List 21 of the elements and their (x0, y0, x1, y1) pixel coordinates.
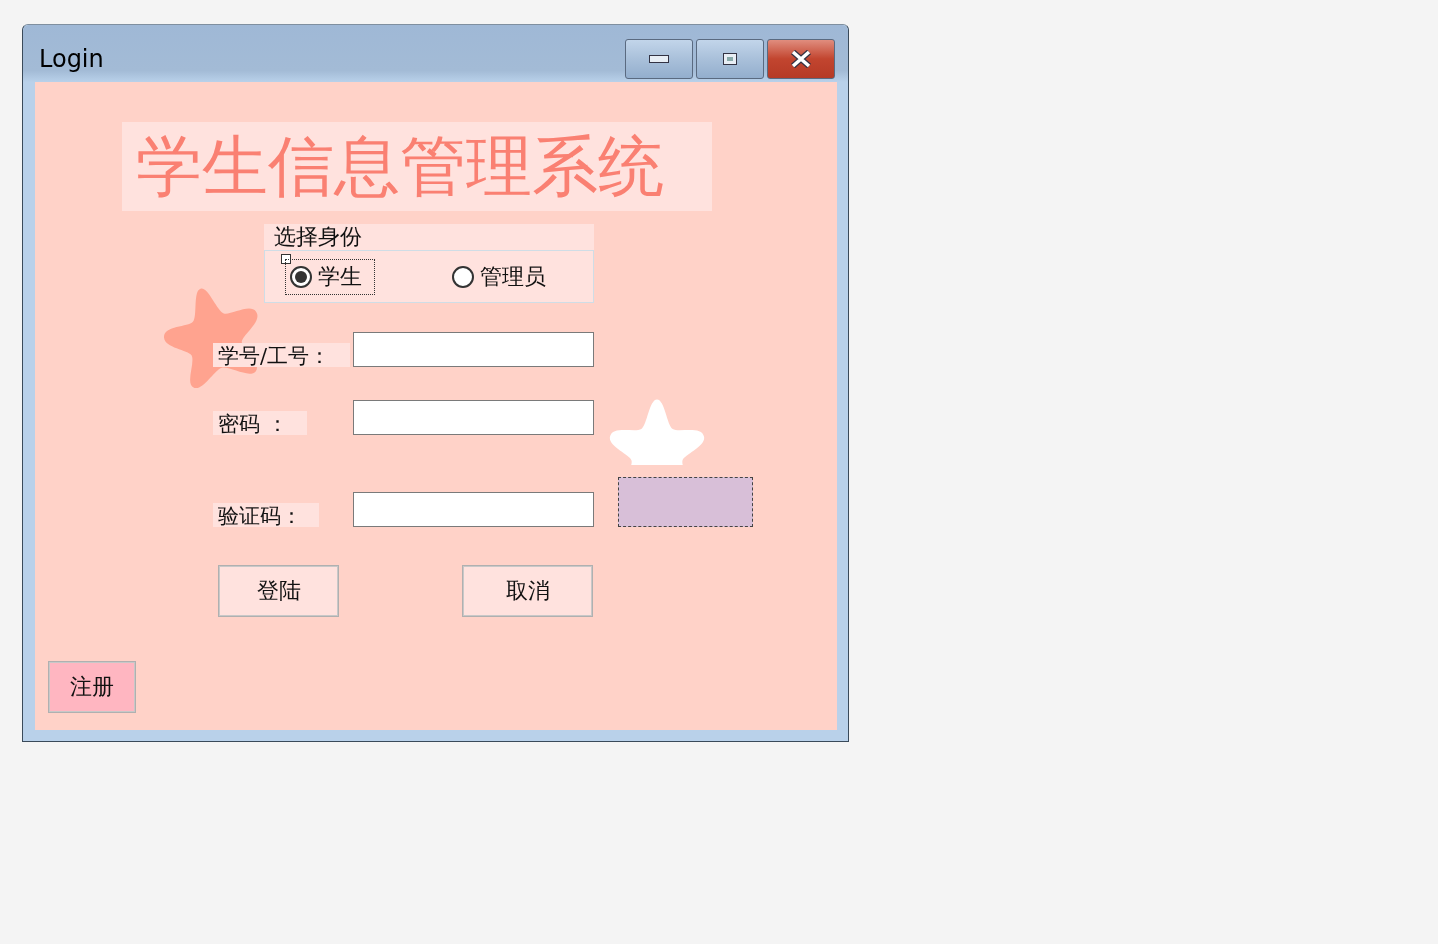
window-title: Login (39, 45, 104, 73)
field-label: 密码 ： (213, 411, 307, 435)
register-button[interactable]: 注册 (48, 661, 136, 713)
group-legend: 选择身份 (274, 224, 594, 250)
form-button[interactable]: 取消 (462, 565, 593, 617)
input-field[interactable] (353, 492, 594, 527)
input-field[interactable] (353, 400, 594, 435)
minimize-icon (649, 55, 669, 63)
input-field[interactable] (353, 332, 594, 367)
field-label: 验证码： (213, 503, 319, 527)
radio-option[interactable]: 管理员 (447, 258, 559, 295)
close-icon (790, 50, 812, 68)
close-button[interactable] (767, 39, 835, 79)
maximize-icon (723, 53, 737, 65)
selection-handle-icon (281, 254, 291, 264)
minimize-button[interactable] (625, 39, 693, 79)
maximize-button[interactable] (696, 39, 764, 79)
form-button[interactable]: 登陆 (218, 565, 339, 617)
field-label: 学号/工号： (213, 343, 350, 367)
radio-option[interactable]: 学生 (285, 258, 375, 295)
system-title: 学生信息管理系统 (122, 122, 712, 211)
